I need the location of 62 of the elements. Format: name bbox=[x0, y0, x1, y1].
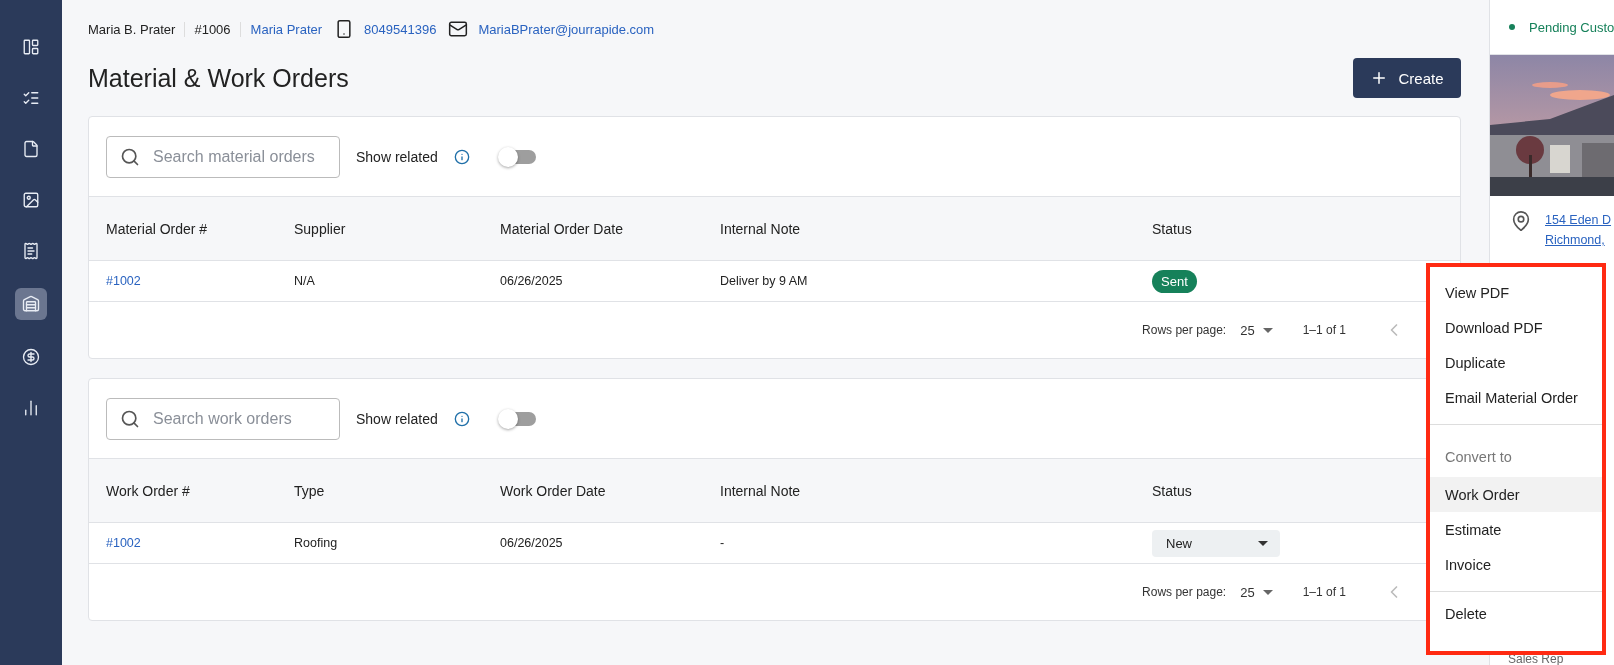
receipt-icon bbox=[22, 242, 40, 260]
caret-icon bbox=[1262, 327, 1273, 333]
dollar-icon bbox=[22, 348, 40, 366]
column-header: Material Order # bbox=[89, 197, 277, 261]
column-header: Work Order # bbox=[89, 459, 277, 523]
caret-icon bbox=[1262, 589, 1273, 595]
search-field[interactable]: Search work orders bbox=[106, 397, 340, 440]
bar-chart-icon bbox=[22, 399, 40, 417]
table-cell: 06/26/2025 bbox=[500, 536, 563, 550]
document-icon bbox=[22, 140, 40, 158]
page-range: 1–1 of 1 bbox=[1302, 585, 1346, 599]
column-header: Status bbox=[1135, 197, 1460, 261]
job-status: Pending Custo bbox=[1529, 19, 1614, 35]
info-icon bbox=[453, 148, 470, 165]
status-dot bbox=[1509, 24, 1515, 30]
show-related-toggle[interactable] bbox=[499, 411, 536, 426]
page-range: 1–1 of 1 bbox=[1302, 323, 1346, 337]
table-cell: Roofing bbox=[294, 536, 338, 550]
search-icon bbox=[120, 146, 140, 167]
sidebar-item[interactable] bbox=[15, 288, 47, 320]
rows-per-page-label: Rows per page: bbox=[1142, 585, 1227, 599]
search-field[interactable]: Search material orders bbox=[106, 135, 340, 178]
menu-item[interactable]: Work Order bbox=[1430, 477, 1602, 512]
table-cell: Deliver by 9 AM bbox=[720, 274, 808, 288]
column-header: Type bbox=[277, 459, 483, 523]
status-dropdown[interactable]: New bbox=[1152, 529, 1280, 557]
table-cell: - bbox=[720, 536, 725, 550]
rows-per-page-label: Rows per page: bbox=[1142, 323, 1227, 337]
warehouse-icon bbox=[22, 295, 40, 313]
rows-per-page-select[interactable]: 25 bbox=[1240, 322, 1273, 338]
order-link[interactable]: #1002 bbox=[106, 536, 141, 550]
contact-link[interactable]: Maria Prater bbox=[250, 21, 323, 37]
checklist-icon bbox=[22, 89, 40, 107]
email-link[interactable]: MariaBPrater@jourrapide.com bbox=[478, 21, 655, 37]
show-related-label: Show related bbox=[356, 148, 438, 165]
mail-icon bbox=[448, 19, 469, 39]
phone-link[interactable]: 8049541396 bbox=[364, 21, 437, 37]
column-header: Supplier bbox=[277, 197, 483, 261]
image-icon bbox=[22, 191, 40, 209]
location-icon bbox=[1510, 210, 1532, 232]
page-title: Material & Work Orders bbox=[88, 63, 349, 93]
column-header: Work Order Date bbox=[483, 459, 703, 523]
caret-icon bbox=[1258, 540, 1268, 546]
menu-section-header: Convert to bbox=[1444, 448, 1513, 467]
rows-per-page-select[interactable]: 25 bbox=[1240, 584, 1273, 600]
address-link[interactable]: 154 Eden D bbox=[1545, 210, 1612, 230]
job-number: #1006 bbox=[184, 21, 241, 37]
info-icon bbox=[453, 410, 470, 427]
column-header: Material Order Date bbox=[483, 197, 703, 261]
table-cell: 06/26/2025 bbox=[500, 274, 563, 288]
order-link[interactable]: #1002 bbox=[106, 274, 141, 288]
contact-name: Maria B. Prater bbox=[88, 21, 177, 37]
search-icon bbox=[120, 408, 140, 429]
column-header: Internal Note bbox=[703, 459, 1135, 523]
show-related-toggle[interactable] bbox=[499, 149, 536, 164]
column-header: Internal Note bbox=[703, 197, 1135, 261]
table-cell: N/A bbox=[294, 274, 315, 288]
address-link[interactable]: Richmond, bbox=[1545, 230, 1612, 250]
create-button[interactable]: Create bbox=[1353, 58, 1461, 98]
dashboard-icon bbox=[22, 38, 40, 56]
show-related-label: Show related bbox=[356, 410, 438, 427]
status-badge: Sent bbox=[1152, 269, 1197, 293]
